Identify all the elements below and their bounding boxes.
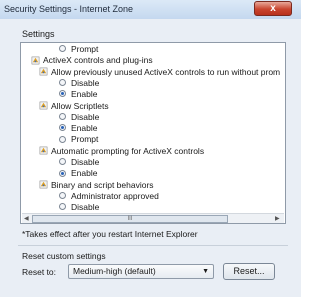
tree-category: Allow Scriptlets [39, 100, 109, 112]
chevron-down-icon: ▼ [202, 268, 209, 275]
tree-item-label: Disable [71, 111, 100, 122]
reset-level-select[interactable]: Medium-high (default) ▼ [68, 264, 214, 279]
security-settings-icon [39, 67, 48, 76]
settings-group-label: Settings [22, 29, 55, 39]
tree-item-label: Enable [71, 89, 98, 100]
tree-radio-option[interactable]: Disable [59, 111, 99, 123]
tree-radio-option[interactable]: Disable [59, 156, 99, 168]
security-settings-icon [39, 146, 48, 155]
section-divider [18, 245, 288, 246]
security-settings-icon [39, 101, 48, 110]
reset-to-label: Reset to: [22, 267, 57, 277]
radio-button[interactable] [59, 169, 66, 177]
tree-radio-option[interactable]: Disable [59, 201, 99, 213]
tree-item-label: Allow Scriptlets [51, 100, 109, 111]
tree-item-label: Enable [71, 168, 98, 179]
settings-tree[interactable]: Prompt ActiveX controls and plug-ins Allow… [20, 42, 286, 224]
tree-item-label: ActiveX controls and plug-ins [43, 55, 153, 66]
scroll-right-arrow-icon[interactable]: ▶ [275, 215, 280, 223]
radio-button[interactable] [59, 192, 66, 200]
vertical-scrollbar[interactable]: ▲ ▼ [285, 44, 286, 213]
reset-level-value: Medium-high (default) [73, 266, 156, 276]
radio-button[interactable] [59, 124, 66, 132]
tree-category: ActiveX controls and plug-ins [31, 54, 153, 66]
tree-item-label: Allow previously unused ActiveX controls… [51, 66, 281, 77]
close-button[interactable]: x [254, 1, 292, 16]
tree-item-label: Disable [71, 202, 100, 213]
tree-radio-option[interactable]: Prompt [59, 43, 98, 55]
tree-radio-option[interactable]: Disable [59, 77, 99, 89]
radio-button[interactable] [59, 113, 66, 121]
tree-item-label: Prompt [71, 134, 99, 145]
tree-category: Binary and script behaviors [39, 179, 154, 191]
tree-item-label: Prompt [71, 44, 99, 54]
tree-item-label: Automatic prompting for ActiveX controls [51, 145, 205, 156]
security-settings-icon [39, 180, 48, 189]
radio-button[interactable] [59, 135, 66, 143]
horizontal-scroll-thumb[interactable]: III [32, 215, 228, 223]
radio-button[interactable] [59, 203, 66, 211]
tree-category: Allow previously unused ActiveX controls… [39, 66, 280, 78]
tree-radio-option[interactable]: Administrator approved [59, 190, 159, 202]
tree-item-label: Enable [71, 123, 98, 134]
tree-item-label: Binary and script behaviors [51, 179, 154, 190]
security-settings-icon [31, 56, 40, 64]
close-icon: x [270, 3, 276, 14]
horizontal-scrollbar[interactable]: ◀ III ▶ [22, 213, 284, 223]
tree-category: Automatic prompting for ActiveX controls [39, 145, 204, 157]
tree-item-label: Disable [71, 157, 100, 167]
scroll-grip-icon: III [127, 216, 133, 222]
tree-radio-option[interactable]: Prompt [59, 133, 98, 145]
reset-button[interactable]: Reset... [223, 263, 275, 280]
tree-radio-option[interactable]: Enable [59, 122, 97, 134]
tree-item-label: Disable [71, 77, 100, 88]
radio-button[interactable] [59, 45, 66, 53]
reset-section-label: Reset custom settings [22, 251, 106, 261]
restart-note: *Takes effect after you restart Internet… [22, 229, 198, 239]
tree-radio-option[interactable]: Enable [59, 88, 97, 100]
window-title: Security Settings - Internet Zone [4, 4, 134, 14]
radio-button[interactable] [59, 79, 66, 87]
radio-button[interactable] [59, 158, 66, 166]
title-bar: Security Settings - Internet Zone x [0, 0, 301, 20]
tree-item-label: Administrator approved [71, 190, 159, 201]
tree-radio-option[interactable]: Enable [59, 167, 97, 179]
scroll-left-arrow-icon[interactable]: ◀ [24, 215, 29, 223]
radio-button[interactable] [59, 90, 66, 98]
